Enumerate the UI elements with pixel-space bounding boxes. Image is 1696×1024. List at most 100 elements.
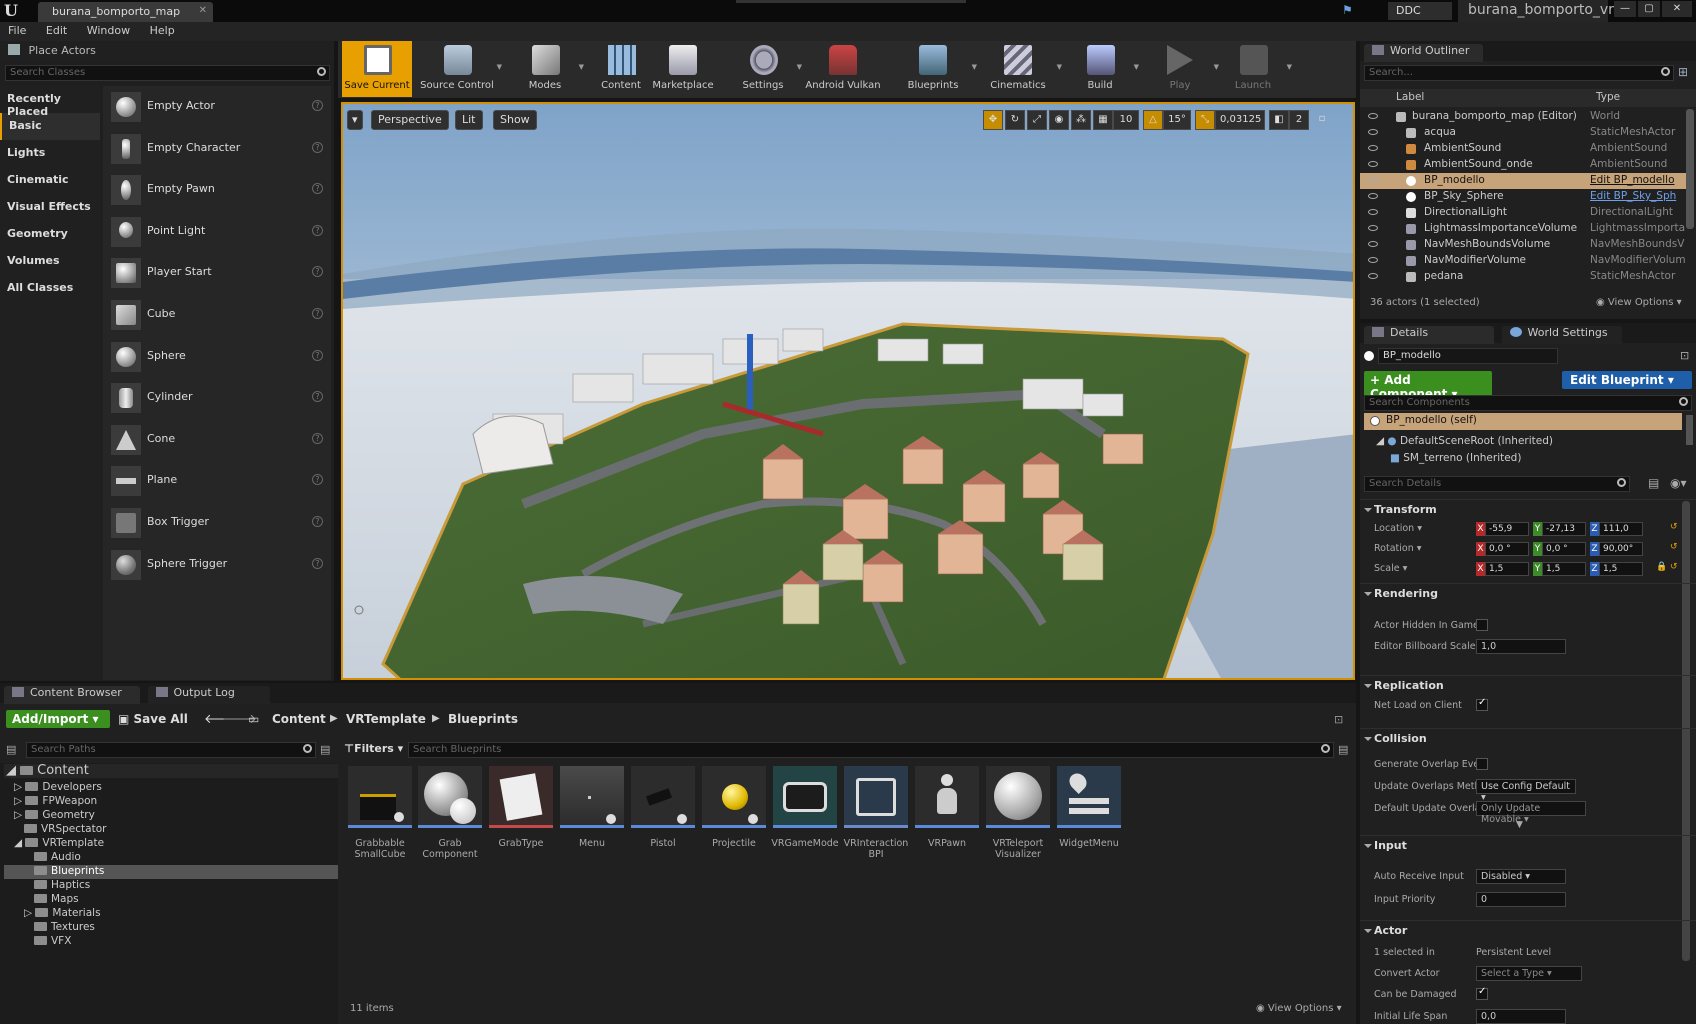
eye-icon[interactable] [1368, 161, 1378, 167]
category-visual-effects[interactable]: Visual Effects [0, 194, 100, 221]
assets-options-icon[interactable]: ▤ [1338, 743, 1348, 756]
gen-overlap-checkbox[interactable] [1476, 758, 1488, 770]
actor-item[interactable]: Player Start? [103, 252, 331, 294]
component-root[interactable]: ◢ ● DefaultSceneRoot (Inherited) [1376, 435, 1553, 447]
outliner-row[interactable]: AmbientSound_onde AmbientSound [1360, 157, 1686, 173]
tree-item[interactable]: ▷ Developers [14, 781, 102, 793]
outliner-row[interactable]: burana_bomporto_map (Editor) World [1360, 109, 1686, 125]
search-details-input[interactable]: Search Details [1364, 476, 1630, 492]
close-window-icon[interactable]: ✕ [1662, 1, 1692, 17]
scale-snap-icon[interactable]: ⤡ [1195, 110, 1215, 130]
help-icon[interactable]: ? [312, 100, 323, 111]
help-icon[interactable]: ? [312, 307, 323, 319]
close-tab-icon[interactable]: ✕ [199, 5, 207, 16]
life-span-input[interactable]: 0,0 [1476, 1009, 1566, 1024]
add-folder-icon[interactable]: ⊞ [1678, 65, 1692, 79]
reset-icon[interactable]: ↺ [1670, 562, 1678, 572]
surface-snap-icon[interactable]: ⁂ [1071, 110, 1091, 130]
actor-name-field[interactable]: BP_modello [1378, 348, 1558, 364]
category-all-classes[interactable]: All Classes [0, 275, 100, 302]
lit-button[interactable]: Lit [455, 110, 483, 130]
menu-window[interactable]: Window [79, 22, 138, 39]
column-type[interactable]: Type [1596, 91, 1620, 103]
tree-item[interactable]: Maps [34, 893, 79, 905]
marketplace-button[interactable]: Marketplace [643, 41, 723, 97]
eye-icon[interactable] [1368, 209, 1378, 215]
eye-icon[interactable] [1368, 225, 1378, 231]
viewport-options-button[interactable]: ▾ [347, 110, 363, 130]
net-load-checkbox[interactable] [1476, 697, 1488, 711]
actor-item[interactable]: Cylinder? [103, 377, 331, 419]
location-label[interactable]: Location ▾ [1374, 523, 1422, 534]
help-icon[interactable]: ? [312, 557, 323, 569]
translate-icon[interactable]: ✥ [983, 110, 1003, 130]
actor-item[interactable]: Point Light? [103, 211, 331, 253]
filters-button[interactable]: ⊤Filters ▾ [344, 742, 403, 755]
save-current-button[interactable]: Save Current [342, 41, 412, 97]
save-all-button[interactable]: ▣ Save All [118, 712, 188, 726]
help-icon[interactable]: ? [312, 391, 323, 403]
help-icon[interactable]: ? [312, 432, 323, 444]
chevron-down-icon[interactable]: ▼ [1287, 63, 1292, 71]
input-priority-input[interactable]: 0 [1476, 892, 1566, 907]
settings-button[interactable]: Settings ▼ [728, 41, 802, 97]
tab-output-log[interactable]: Output Log [147, 686, 270, 704]
section-collision[interactable]: Collision [1360, 728, 1696, 748]
lock-icon[interactable]: 🔒 [1656, 562, 1667, 572]
eye-icon[interactable] [1368, 129, 1378, 135]
outliner-row-selected[interactable]: BP_modello Edit BP_modello [1360, 173, 1686, 189]
component-self[interactable]: BP_modello (self) [1364, 413, 1682, 430]
eye-icon[interactable]: ◉▾ [1670, 476, 1687, 490]
cinematics-button[interactable]: Cinematics ▼ [978, 41, 1062, 97]
help-icon[interactable]: ? [312, 515, 323, 527]
scale-snap-value[interactable]: 0,03125 [1215, 110, 1265, 130]
category-lights[interactable]: Lights [0, 140, 100, 167]
tab-details[interactable]: Details [1364, 326, 1494, 344]
tree-item-selected[interactable]: Blueprints [34, 865, 104, 877]
sources-toggle-icon[interactable]: ▤ [6, 743, 16, 756]
search-classes-input[interactable]: Search Classes [5, 65, 330, 81]
convert-actor-select[interactable]: Select a Type ▾ [1476, 966, 1582, 981]
grid-snap-icon[interactable]: ▦ [1093, 110, 1113, 130]
tab-world-settings[interactable]: World Settings [1501, 326, 1622, 344]
help-icon[interactable]: ? [312, 183, 323, 195]
tree-item[interactable]: ◢ Content [6, 763, 89, 778]
chevron-down-icon[interactable]: ▼ [1057, 63, 1062, 71]
help-icon[interactable]: ? [312, 224, 323, 236]
document-tab[interactable]: burana_bomporto_map ✕ [38, 2, 213, 22]
section-transform[interactable]: Transform [1360, 499, 1696, 519]
search-paths-input[interactable]: Search Paths [26, 742, 316, 758]
can-be-damaged-checkbox[interactable] [1476, 986, 1488, 1000]
asset-tile[interactable]: GrabType [489, 766, 553, 866]
column-label[interactable]: Label [1396, 91, 1424, 103]
scale-icon[interactable]: ⤢ [1027, 110, 1047, 130]
default-update-overlaps-select[interactable]: Only Update Movable ▾ [1476, 801, 1586, 825]
tree-item[interactable]: VFX [34, 935, 71, 947]
category-geometry[interactable]: Geometry [0, 221, 100, 248]
category-cinematic[interactable]: Cinematic [0, 167, 100, 194]
asset-tile[interactable]: VRInteraction BPI [844, 766, 908, 866]
outliner-row[interactable]: acqua StaticMeshActor [1360, 125, 1686, 141]
actor-item[interactable]: Empty Actor? [103, 86, 331, 128]
minimize-icon[interactable]: — [1614, 1, 1636, 17]
breadcrumb-content[interactable]: Content [272, 712, 326, 726]
camera-speed-value[interactable]: 2 [1289, 110, 1309, 130]
section-replication[interactable]: Replication [1360, 675, 1696, 695]
camera-speed-icon[interactable]: ◧ [1269, 110, 1289, 130]
actor-item[interactable]: Cone? [103, 419, 331, 461]
chevron-down-icon[interactable]: ▼ [579, 63, 584, 71]
components-scrollbar[interactable] [1686, 415, 1693, 445]
build-button[interactable]: Build ▼ [1065, 41, 1139, 97]
asset-tile[interactable]: Grab Component [418, 766, 482, 866]
perspective-button[interactable]: Perspective [371, 110, 449, 130]
asset-tile[interactable]: VRPawn [915, 766, 979, 866]
billboard-scale-input[interactable]: 1,0 [1476, 639, 1566, 654]
outliner-row[interactable]: NavModifierVolume NavModifierVolum [1360, 253, 1686, 269]
chevron-down-icon[interactable]: ▼ [972, 63, 977, 71]
eye-icon[interactable] [1368, 145, 1378, 151]
breadcrumb-blueprints[interactable]: Blueprints [448, 712, 518, 726]
help-icon[interactable]: ? [312, 474, 323, 486]
eye-icon[interactable] [1368, 257, 1378, 263]
help-icon[interactable]: ? [312, 141, 323, 153]
chevron-down-icon[interactable]: ▼ [1134, 63, 1139, 71]
